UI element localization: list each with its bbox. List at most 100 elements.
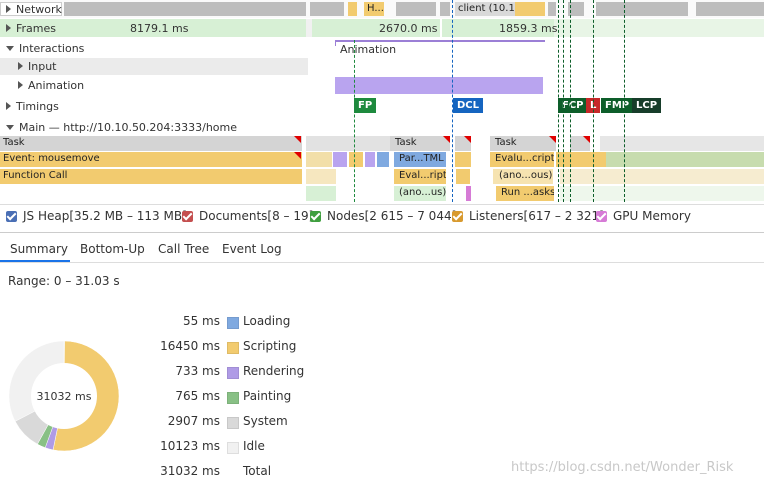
documents-label: Documents[8 – 19] <box>199 209 314 223</box>
expand-network-icon[interactable] <box>6 5 11 13</box>
summary-value: 2907 ms <box>167 414 220 428</box>
interaction-animation-label: Animation <box>340 43 397 56</box>
range-label: Range: 0 – 31.03 s <box>8 274 120 288</box>
js-heap-label: JS Heap[35.2 MB – 113 MB] <box>23 209 187 223</box>
summary-swatch <box>227 367 239 379</box>
network-request-html[interactable]: H... <box>364 2 394 16</box>
interactions-label: Interactions <box>19 41 85 55</box>
function-call-block[interactable]: Function Call <box>0 169 200 183</box>
animation-bar[interactable] <box>335 77 543 94</box>
summary-value: 733 ms <box>175 364 220 378</box>
summary-swatch <box>227 317 239 329</box>
legend-documents[interactable]: Documents[8 – 19] <box>182 209 313 223</box>
frame-time-1[interactable]: 8179.1 ms <box>130 22 188 35</box>
summary-row-idle: 10123 ms Idle <box>150 439 350 459</box>
summary-name: Idle <box>243 439 265 453</box>
gpu-memory-checkbox[interactable] <box>596 210 607 222</box>
listeners-checkbox[interactable] <box>452 210 463 222</box>
fp-guide-line <box>354 40 355 202</box>
fmp-guide-line <box>593 0 594 202</box>
js-heap-checkbox[interactable] <box>6 210 17 222</box>
input-label: Input <box>28 59 57 73</box>
lcp-guide-line <box>624 0 625 202</box>
frames-track[interactable]: Frames 8179.1 ms 2670.0 ms 1859.3 ms <box>0 19 764 37</box>
timings-track[interactable]: Timings <box>0 99 59 113</box>
expand-animation-icon[interactable] <box>18 81 23 89</box>
summary-value: 31032 ms <box>160 464 220 478</box>
parse-html-block[interactable]: Par...TML <box>396 152 446 166</box>
flame-chart[interactable]: Task Task Task Event: mousemove Par...TM… <box>0 136 764 202</box>
summary-name: Rendering <box>243 364 305 378</box>
collapse-interactions-icon[interactable] <box>6 45 14 51</box>
gpu-memory-label: GPU Memory <box>613 209 691 223</box>
expand-frames-icon[interactable] <box>6 24 11 32</box>
evaluate-script-block-1[interactable]: Eval...ript <box>396 169 446 183</box>
dcl-guide-line <box>452 0 453 202</box>
summary-row-loading: 55 ms Loading <box>150 314 350 334</box>
fcp-guide-line <box>558 0 559 202</box>
frames-label: Frames <box>16 21 57 35</box>
watermark: https://blog.csdn.net/Wonder_Risk <box>511 460 734 475</box>
legend-gpu-memory[interactable]: GPU Memory <box>596 209 691 223</box>
network-request-client[interactable]: client (10.10 <box>455 2 517 16</box>
evaluate-script-block-2[interactable]: Evalu...cript <box>492 152 554 166</box>
summary-value: 16450 ms <box>160 339 220 353</box>
legend-js-heap[interactable]: JS Heap[35.2 MB – 113 MB] <box>6 209 187 223</box>
summary-row-total: 31032 ms Total <box>150 464 350 484</box>
nodes-checkbox[interactable] <box>310 210 321 222</box>
summary-row-scripting: 16450 ms Scripting <box>150 339 350 359</box>
timings-label: Timings <box>16 99 59 113</box>
timeline: Network H... client (10.10 Frames 8179.1… <box>0 0 764 205</box>
animation-label: Animation <box>28 78 85 92</box>
marker-fp[interactable]: FP <box>354 98 377 113</box>
anonymous-block-2[interactable]: (ano...ous) <box>496 169 554 183</box>
summary-name: Scripting <box>243 339 297 353</box>
summary-row-rendering: 733 ms Rendering <box>150 364 350 384</box>
summary-value: 765 ms <box>175 389 220 403</box>
interactions-header[interactable]: Interactions <box>0 41 84 55</box>
task-block-3[interactable]: Task <box>492 136 542 150</box>
marker-lcp[interactable]: LCP <box>632 98 662 113</box>
legend-nodes[interactable]: Nodes[2 615 – 7 044] <box>310 209 456 223</box>
collapse-main-icon[interactable] <box>6 124 14 130</box>
documents-checkbox[interactable] <box>182 210 193 222</box>
network-label: Network <box>16 2 62 16</box>
event-mousemove[interactable]: Event: mousemove <box>0 152 200 166</box>
tab-call-tree[interactable]: Call Tree <box>158 242 209 256</box>
nodes-label: Nodes[2 615 – 7 044] <box>327 209 457 223</box>
main-track-header[interactable]: Main — http://10.10.50.204:3333/home <box>0 120 237 134</box>
marker-dcl[interactable]: DCL <box>453 98 484 113</box>
run-tasks-block[interactable]: Run ...asks <box>498 186 554 200</box>
expand-input-icon[interactable] <box>18 62 23 70</box>
summary-value: 55 ms <box>182 314 220 328</box>
expand-timings-icon[interactable] <box>6 102 11 110</box>
summary-swatch <box>227 392 239 404</box>
task-block-1[interactable]: Task <box>0 136 60 150</box>
summary-donut: 31032 ms <box>8 340 120 452</box>
summary-name: System <box>243 414 288 428</box>
tab-bottom-up[interactable]: Bottom-Up <box>80 242 145 256</box>
listeners-label: Listeners[617 – 2 321] <box>469 209 604 223</box>
summary-value: 10123 ms <box>160 439 220 453</box>
donut-center-label: 31032 ms <box>37 390 92 403</box>
input-track[interactable]: Input <box>12 59 56 73</box>
main-thread-label: Main — http://10.10.50.204:3333/home <box>19 120 238 134</box>
task-block-2[interactable]: Task <box>392 136 442 150</box>
summary-swatch <box>227 442 239 454</box>
animation-track[interactable]: Animation <box>12 78 84 92</box>
anonymous-block-1[interactable]: (ano...us) <box>396 186 446 200</box>
fcp-guide-line-2 <box>563 0 564 202</box>
summary-swatch <box>227 342 239 354</box>
frame-time-2[interactable]: 2670.0 ms <box>379 22 437 35</box>
frame-time-3[interactable]: 1859.3 ms <box>499 22 557 35</box>
summary-swatch <box>227 417 239 429</box>
tab-summary[interactable]: Summary <box>10 242 68 256</box>
summary-row-painting: 765 ms Painting <box>150 389 350 409</box>
fcp-guide-line-3 <box>570 0 571 202</box>
network-track[interactable]: Network H... client (10.10 <box>0 0 764 18</box>
marker-fmp[interactable]: FMP <box>601 98 634 113</box>
legend-listeners[interactable]: Listeners[617 – 2 321] <box>452 209 604 223</box>
tab-event-log[interactable]: Event Log <box>222 242 282 256</box>
summary-row-system: 2907 ms System <box>150 414 350 434</box>
summary-name: Painting <box>243 389 292 403</box>
